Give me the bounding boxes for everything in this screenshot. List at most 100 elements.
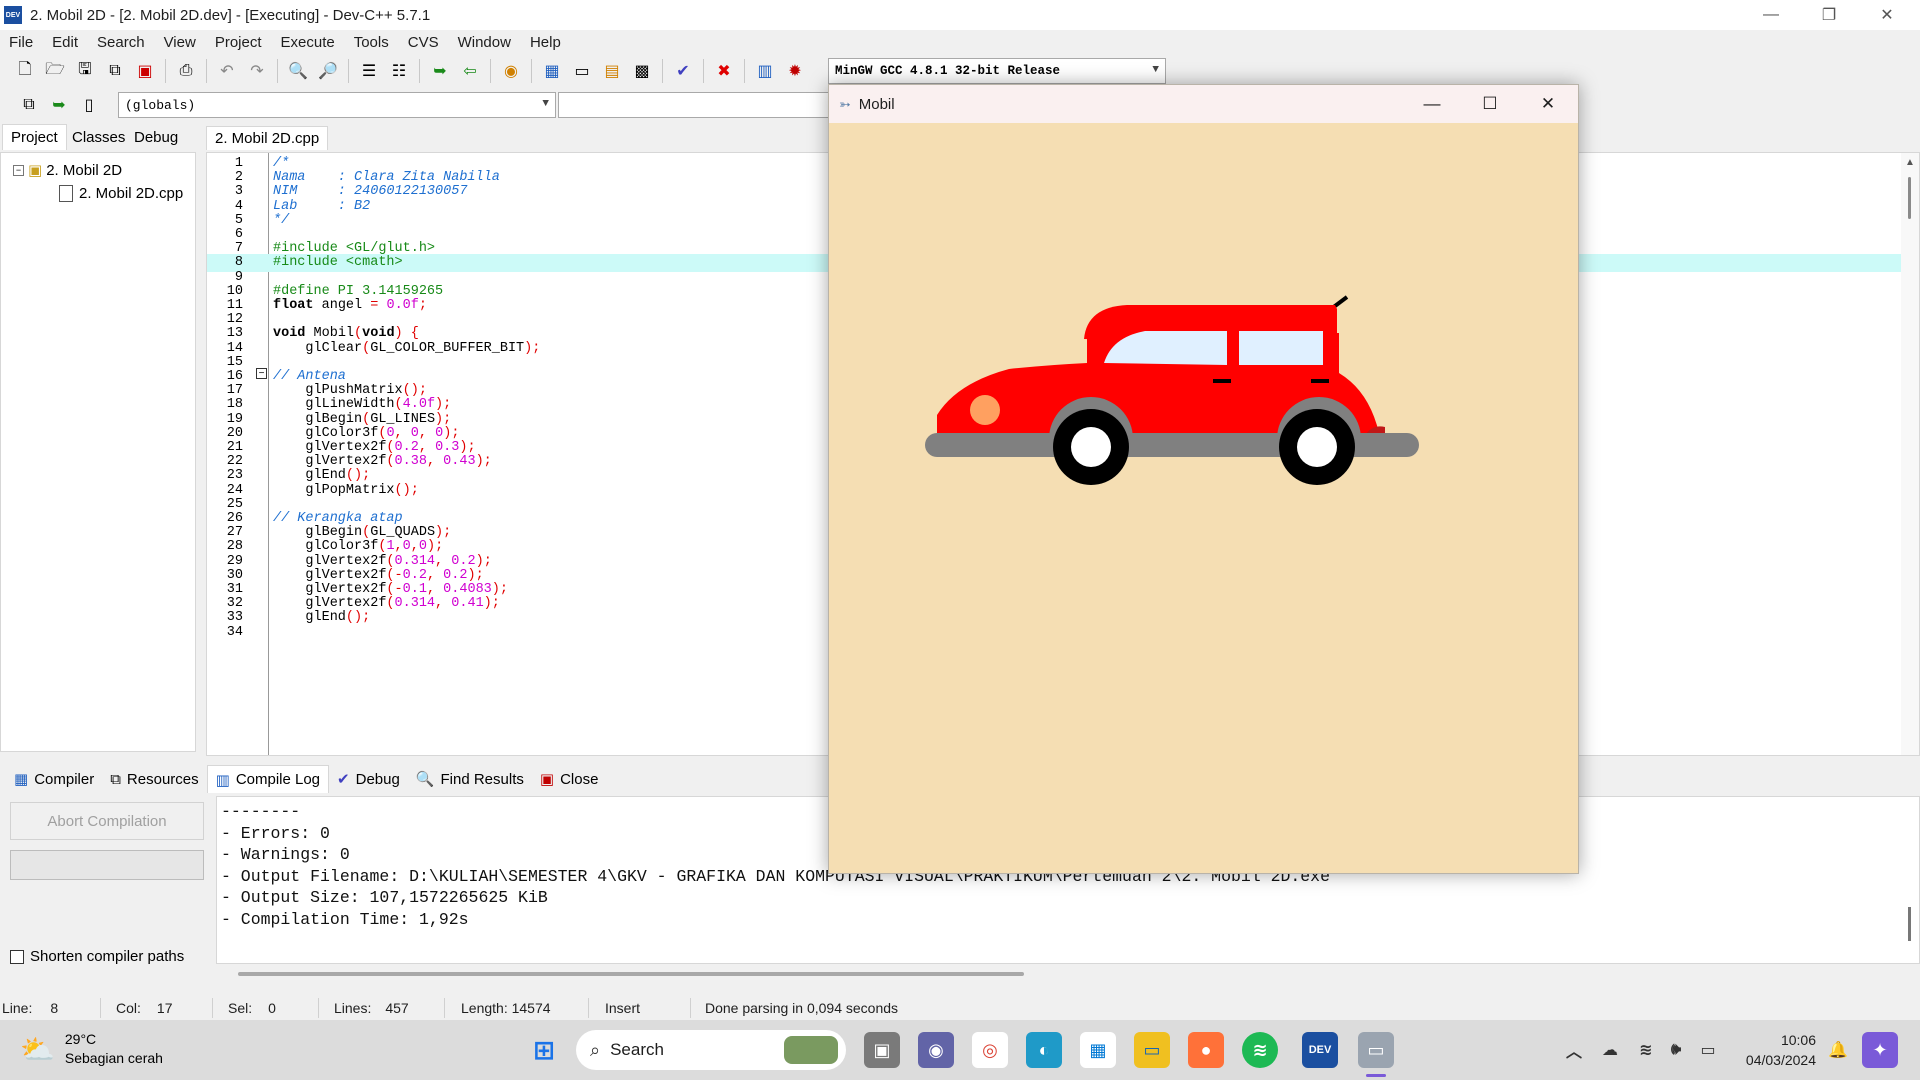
weather-widget[interactable]: ⛅ 29°C Sebagian cerah [20, 1030, 163, 1068]
log-horizontal-scrollbar[interactable] [238, 972, 1024, 976]
copilot-icon[interactable]: ✦ [1862, 1032, 1898, 1068]
menu-project[interactable]: Project [206, 34, 272, 51]
menu-window[interactable]: Window [449, 34, 521, 51]
devcpp-taskbar-icon[interactable]: DEV [1302, 1032, 1338, 1068]
mobil-minimize-button[interactable]: — [1403, 85, 1461, 123]
bookmark-icon[interactable]: ◉ [498, 58, 524, 84]
vertical-scrollbar[interactable]: ▲ [1901, 153, 1919, 755]
indent-icon[interactable]: ☰ [356, 58, 382, 84]
edge-icon[interactable]: ◐ [1026, 1032, 1062, 1068]
glut-app-icon: ➳ [839, 95, 851, 112]
battery-icon[interactable]: ▭ [1690, 1032, 1726, 1068]
compiler-select[interactable]: MinGW GCC 4.8.1 32-bit Release ▼ [828, 58, 1166, 84]
new-file-icon[interactable]: 🗋 [12, 58, 38, 84]
tree-project-node[interactable]: − ▣ 2. Mobil 2D [13, 159, 122, 181]
tab-compile-log[interactable]: ▥ Compile Log [206, 765, 330, 793]
chevron-down-icon: ▼ [1152, 64, 1159, 76]
mobil-maximize-button[interactable]: ☐ [1461, 85, 1519, 123]
notification-bell-icon[interactable]: 🔔 [1820, 1032, 1856, 1068]
shorten-paths-checkbox[interactable] [10, 949, 24, 964]
run-icon[interactable]: ▭ [569, 58, 595, 84]
save-icon[interactable]: 🖫 [72, 58, 98, 84]
windows-start-icon[interactable]: ⊞ [526, 1032, 562, 1068]
taskbar-clock[interactable]: 10:06 04/03/2024 [1746, 1030, 1816, 1070]
goto-back-icon[interactable]: ⇦ [457, 58, 483, 84]
line-number: 34 [226, 624, 243, 640]
weather-desc: Sebagian cerah [64, 1050, 163, 1066]
rebuild-icon[interactable]: ▩ [629, 58, 655, 84]
function-select[interactable] [558, 92, 830, 118]
stop-icon[interactable]: ✖ [711, 58, 737, 84]
tab-compiler[interactable]: ▦ Compiler [6, 765, 102, 793]
shorten-paths-option[interactable]: Shorten compiler paths [10, 948, 184, 965]
status-col: Col: 17 [116, 1000, 173, 1016]
save-all-icon[interactable]: ⧉ [102, 58, 128, 84]
undo-icon[interactable]: ↶ [214, 58, 240, 84]
taskbar-search[interactable]: ⌕ Search [576, 1030, 846, 1070]
menu-help[interactable]: Help [521, 34, 571, 51]
menu-file[interactable]: File [0, 34, 43, 51]
onedrive-icon[interactable]: ☁ [1592, 1032, 1628, 1068]
close-button[interactable]: ✕ [1858, 0, 1916, 30]
file-icon [59, 184, 73, 202]
restore-button[interactable]: ❐ [1800, 0, 1858, 30]
firefox-icon[interactable]: ● [1188, 1032, 1224, 1068]
insert-icon[interactable]: ▯ [76, 92, 102, 118]
chrome-icon[interactable]: ◎ [972, 1032, 1008, 1068]
log-scrollbar[interactable] [1908, 907, 1911, 941]
chevron-up-icon[interactable]: ︿ [1556, 1032, 1592, 1068]
tab-debug[interactable]: Debug [126, 124, 186, 150]
store-icon[interactable]: ▦ [1080, 1032, 1116, 1068]
secondary-toolbar: ⧉ ➥ ▯ [14, 88, 104, 122]
task-view-icon[interactable]: ▣ [864, 1032, 900, 1068]
editor-tab[interactable]: 2. Mobil 2D.cpp [206, 126, 329, 150]
menu-view[interactable]: View [155, 34, 206, 51]
compile-icon[interactable]: ▦ [539, 58, 565, 84]
scroll-up-icon[interactable]: ▲ [1905, 157, 1915, 168]
menu-edit[interactable]: Edit [43, 34, 88, 51]
tab-resources[interactable]: ⧉ Resources [102, 765, 206, 793]
glut-window-taskbar-icon[interactable]: ▭ [1358, 1032, 1394, 1068]
title-bar: DEV 2. Mobil 2D - [2. Mobil 2D.dev] - [E… [0, 0, 1920, 30]
goto-declaration-icon[interactable]: ➥ [46, 92, 72, 118]
teams-chat-icon[interactable]: ◉ [918, 1032, 954, 1068]
menu-tools[interactable]: Tools [345, 34, 399, 51]
open-file-icon[interactable]: 🗁 [42, 58, 68, 84]
chart-icon: ▥ [215, 771, 230, 789]
menu-search[interactable]: Search [88, 34, 155, 51]
mobil-title-bar: ➳ Mobil — ☐ ✕ [829, 85, 1578, 123]
status-message: Done parsing in 0,094 seconds [705, 1000, 899, 1016]
tab-close[interactable]: ▣ Close [532, 765, 607, 793]
chart-icon[interactable]: ▥ [752, 58, 778, 84]
redo-icon[interactable]: ↷ [244, 58, 270, 84]
collapse-icon[interactable]: − [13, 164, 24, 176]
abort-compilation-button[interactable]: Abort Compilation [10, 802, 204, 840]
unindent-icon[interactable]: ☷ [386, 58, 412, 84]
class-browser-icon[interactable]: ⧉ [16, 92, 42, 118]
tab-find-results[interactable]: 🔍 Find Results [408, 765, 532, 793]
profile-icon[interactable]: ✹ [782, 58, 808, 84]
scope-select[interactable]: (globals) ▼ [118, 92, 556, 118]
tab-project[interactable]: Project [2, 124, 67, 150]
file-explorer-icon[interactable]: ▭ [1134, 1032, 1170, 1068]
replace-icon[interactable]: 🔎 [315, 58, 341, 84]
log-line: - Errors: 0 [221, 823, 330, 843]
tab-debug-bottom[interactable]: ✔ Debug [329, 765, 408, 793]
mobil-close-button[interactable]: ✕ [1519, 85, 1577, 123]
mobil-window: ➳ Mobil — ☐ ✕ [828, 84, 1579, 874]
menu-cvs[interactable]: CVS [399, 34, 449, 51]
debug-check-icon[interactable]: ✔ [670, 58, 696, 84]
tab-classes[interactable]: Classes [64, 124, 133, 150]
minimize-button[interactable]: — [1742, 0, 1800, 30]
close-file-icon[interactable]: ▣ [132, 58, 158, 84]
compile-run-icon[interactable]: ▤ [599, 58, 625, 84]
spotify-icon[interactable]: ≋ [1242, 1032, 1278, 1068]
menu-execute[interactable]: Execute [272, 34, 345, 51]
volume-icon[interactable]: 🕪 [1658, 1032, 1694, 1068]
status-line: Line: 8 [2, 1000, 59, 1016]
tree-file-node[interactable]: 2. Mobil 2D.cpp [59, 182, 183, 204]
find-icon[interactable]: 🔍 [285, 58, 311, 84]
print-icon[interactable]: ⎙ [173, 58, 199, 84]
goto-icon[interactable]: ➥ [427, 58, 453, 84]
search-highlight-icon [784, 1036, 838, 1064]
